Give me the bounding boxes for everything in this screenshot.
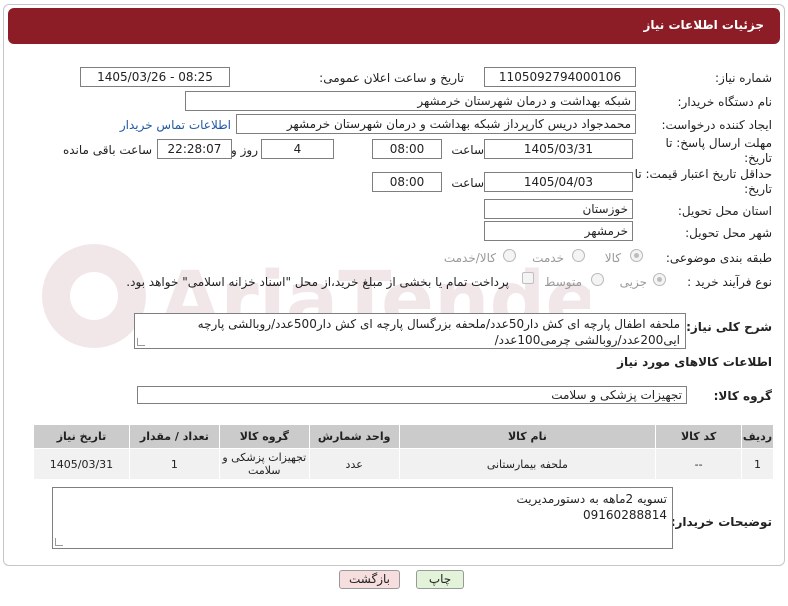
resize-grip-icon[interactable] — [55, 538, 63, 546]
process-label: نوع فرآیند خرید : — [687, 275, 772, 289]
watermark-icon — [42, 244, 146, 348]
table-row: 1 -- ملحفه بیمارستانی عدد تجهیزات پزشکی … — [33, 448, 774, 480]
province-label: استان محل تحویل: — [677, 204, 772, 218]
process-option-medium: متوسط — [544, 275, 582, 289]
reply-time-field: 08:00 — [372, 139, 442, 159]
print-button[interactable]: چاپ — [416, 570, 464, 589]
description-text: ملحفه اطفال پارچه ای کش دار50عدد/ملحفه ب… — [197, 317, 680, 347]
cell-item-group: تجهیزات پزشکی و سلامت — [218, 448, 310, 480]
cell-quantity: 1 — [128, 448, 220, 480]
back-button[interactable]: بازگشت — [339, 570, 400, 589]
city-field: خرمشهر — [484, 221, 633, 241]
treasury-payment-checkbox[interactable] — [522, 272, 534, 284]
category-radio-goods-service[interactable] — [503, 249, 516, 262]
creator-label: ایجاد کننده درخواست: — [661, 118, 772, 132]
category-label: طبقه بندی موضوعی: — [665, 251, 772, 265]
process-option-minor: جزیی — [619, 275, 647, 289]
page-title: جزئیات اطلاعات نیاز — [643, 18, 764, 32]
reply-date-field: 1405/03/31 — [484, 139, 633, 159]
announce-label: تاریخ و ساعت اعلان عمومی: — [319, 71, 464, 85]
treasury-payment-note: پرداخت تمام یا بخشی از مبلغ خرید،از محل … — [126, 275, 509, 289]
category-option-goods: کالا — [604, 251, 621, 265]
remaining-label: ساعت باقی مانده — [62, 143, 152, 157]
category-option-goods-service: کالا/خدمت — [443, 251, 496, 265]
buyer-org-field: شبکه بهداشت و درمان شهرستان خرمشهر — [185, 91, 636, 111]
buyer-org-label: نام دستگاه خریدار: — [677, 95, 773, 109]
cell-unit: عدد — [308, 448, 400, 480]
reply-time-label: ساعت — [451, 143, 484, 157]
col-item-name: نام کالا — [398, 424, 657, 449]
price-time-field: 08:00 — [372, 172, 442, 192]
table-header-row: ردیف کد کالا نام کالا واحد شمارش گروه کا… — [33, 424, 774, 449]
resize-grip-icon[interactable] — [137, 338, 145, 346]
announce-field: 1405/03/26 - 08:25 — [80, 67, 230, 87]
col-unit: واحد شمارش — [308, 424, 400, 449]
remaining-days-field: 4 — [261, 139, 334, 159]
category-option-service: خدمت — [532, 251, 564, 265]
process-radio-minor[interactable] — [653, 273, 666, 286]
price-date-field: 1405/04/03 — [484, 172, 633, 192]
creator-field: محمدجواد دریس کارپرداز شبکه بهداشت و درم… — [236, 114, 636, 134]
buyer-notes-label: توضیحات خریدار: — [670, 515, 772, 529]
province-field: خوزستان — [484, 199, 633, 219]
buyer-contact-link[interactable]: اطلاعات تماس خریدار — [120, 118, 231, 132]
price-deadline-label: حداقل تاریخ اعتبار قیمت: تا تاریخ: — [634, 167, 772, 196]
col-quantity: تعداد / مقدار — [128, 424, 220, 449]
category-radio-service[interactable] — [572, 249, 585, 262]
city-label: شهر محل تحویل: — [685, 226, 772, 240]
category-radio-goods[interactable] — [630, 249, 643, 262]
buyer-notes-line-1: تسویه 2ماهه به دستورمدیریت — [516, 492, 667, 506]
col-row-no: ردیف — [741, 424, 774, 449]
goods-group-label: گروه کالا: — [713, 389, 772, 403]
buyer-notes-textarea: تسویه 2ماهه به دستورمدیریت 09160288814 — [52, 487, 673, 549]
cell-item-name: ملحفه بیمارستانی — [398, 448, 657, 480]
col-item-code: کد کالا — [655, 424, 743, 449]
reply-deadline-label: مهلت ارسال پاسخ: تا تاریخ: — [665, 136, 772, 165]
goods-group-field: تجهیزات پزشکی و سلامت — [137, 386, 687, 404]
description-textarea: ملحفه اطفال پارچه ای کش دار50عدد/ملحفه ب… — [134, 313, 686, 349]
cell-row-no: 1 — [741, 448, 774, 480]
panel-header: جزئیات اطلاعات نیاز — [8, 8, 780, 44]
buyer-notes-line-2: 09160288814 — [583, 508, 667, 522]
cell-need-date: 1405/03/31 — [33, 448, 130, 480]
col-need-date: تاریخ نیاز — [33, 424, 130, 449]
cell-item-code: -- — [655, 448, 743, 480]
need-number-field: 1105092794000106 — [484, 67, 636, 87]
goods-table: ردیف کد کالا نام کالا واحد شمارش گروه کا… — [33, 424, 774, 480]
col-item-group: گروه کالا — [218, 424, 310, 449]
need-number-label: شماره نیاز: — [715, 71, 772, 85]
description-label: شرح کلی نیاز: — [686, 320, 772, 334]
price-time-label: ساعت — [451, 176, 484, 190]
days-label: روز و — [231, 143, 258, 157]
process-radio-medium[interactable] — [591, 273, 604, 286]
goods-section-title: اطلاعات کالاهای مورد نیاز — [617, 355, 772, 369]
remaining-time-field: 22:28:07 — [157, 139, 232, 159]
